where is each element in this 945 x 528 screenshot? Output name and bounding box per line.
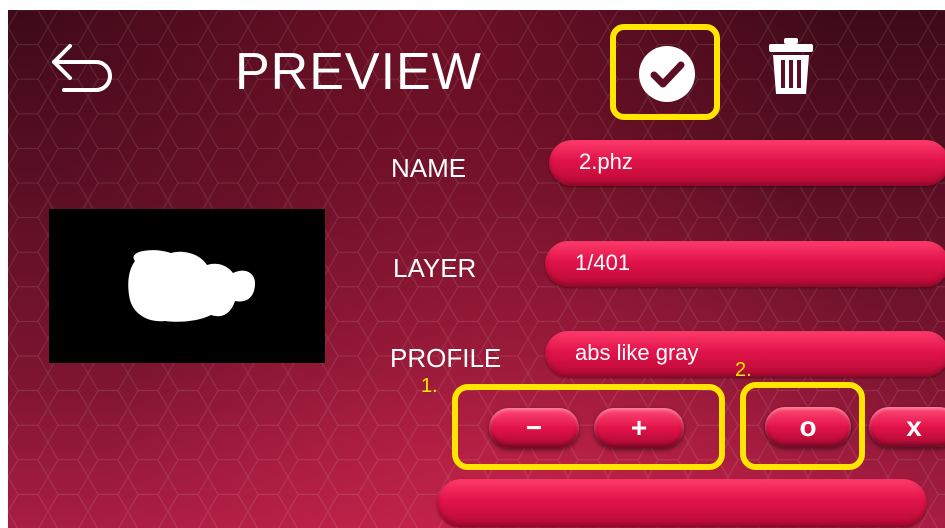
- top-caption-strip: [0, 0, 945, 10]
- decrease-button[interactable]: −: [489, 408, 579, 448]
- page-title: PREVIEW: [235, 43, 482, 101]
- profile-label: PROFILE: [390, 343, 502, 373]
- step-1-annotation: 1.: [421, 375, 438, 397]
- layer-preview-image: [49, 209, 325, 363]
- step-2-annotation: 2.: [735, 359, 752, 381]
- check-circle-icon: [639, 46, 695, 102]
- profile-value: abs like gray: [575, 340, 699, 365]
- trash-icon: [769, 38, 813, 94]
- printer-screen: PREVIEW NAME 2.phz LAYER 1/401 PROFILE a…: [8, 10, 945, 528]
- name-value: 2.phz: [579, 149, 633, 174]
- ok-button[interactable]: o: [765, 407, 851, 447]
- status-bar: [437, 479, 927, 527]
- delete-button[interactable]: [766, 36, 816, 96]
- increase-button[interactable]: +: [594, 408, 684, 448]
- layer-field[interactable]: 1/401: [545, 241, 945, 287]
- name-label: NAME: [391, 153, 467, 183]
- layer-label: LAYER: [393, 253, 477, 283]
- cancel-button[interactable]: x: [869, 407, 945, 447]
- confirm-button[interactable]: [610, 24, 720, 120]
- back-arrow-icon: [52, 44, 112, 92]
- layer-value: 1/401: [575, 250, 631, 275]
- back-button[interactable]: [46, 36, 118, 98]
- name-field[interactable]: 2.phz: [549, 140, 945, 186]
